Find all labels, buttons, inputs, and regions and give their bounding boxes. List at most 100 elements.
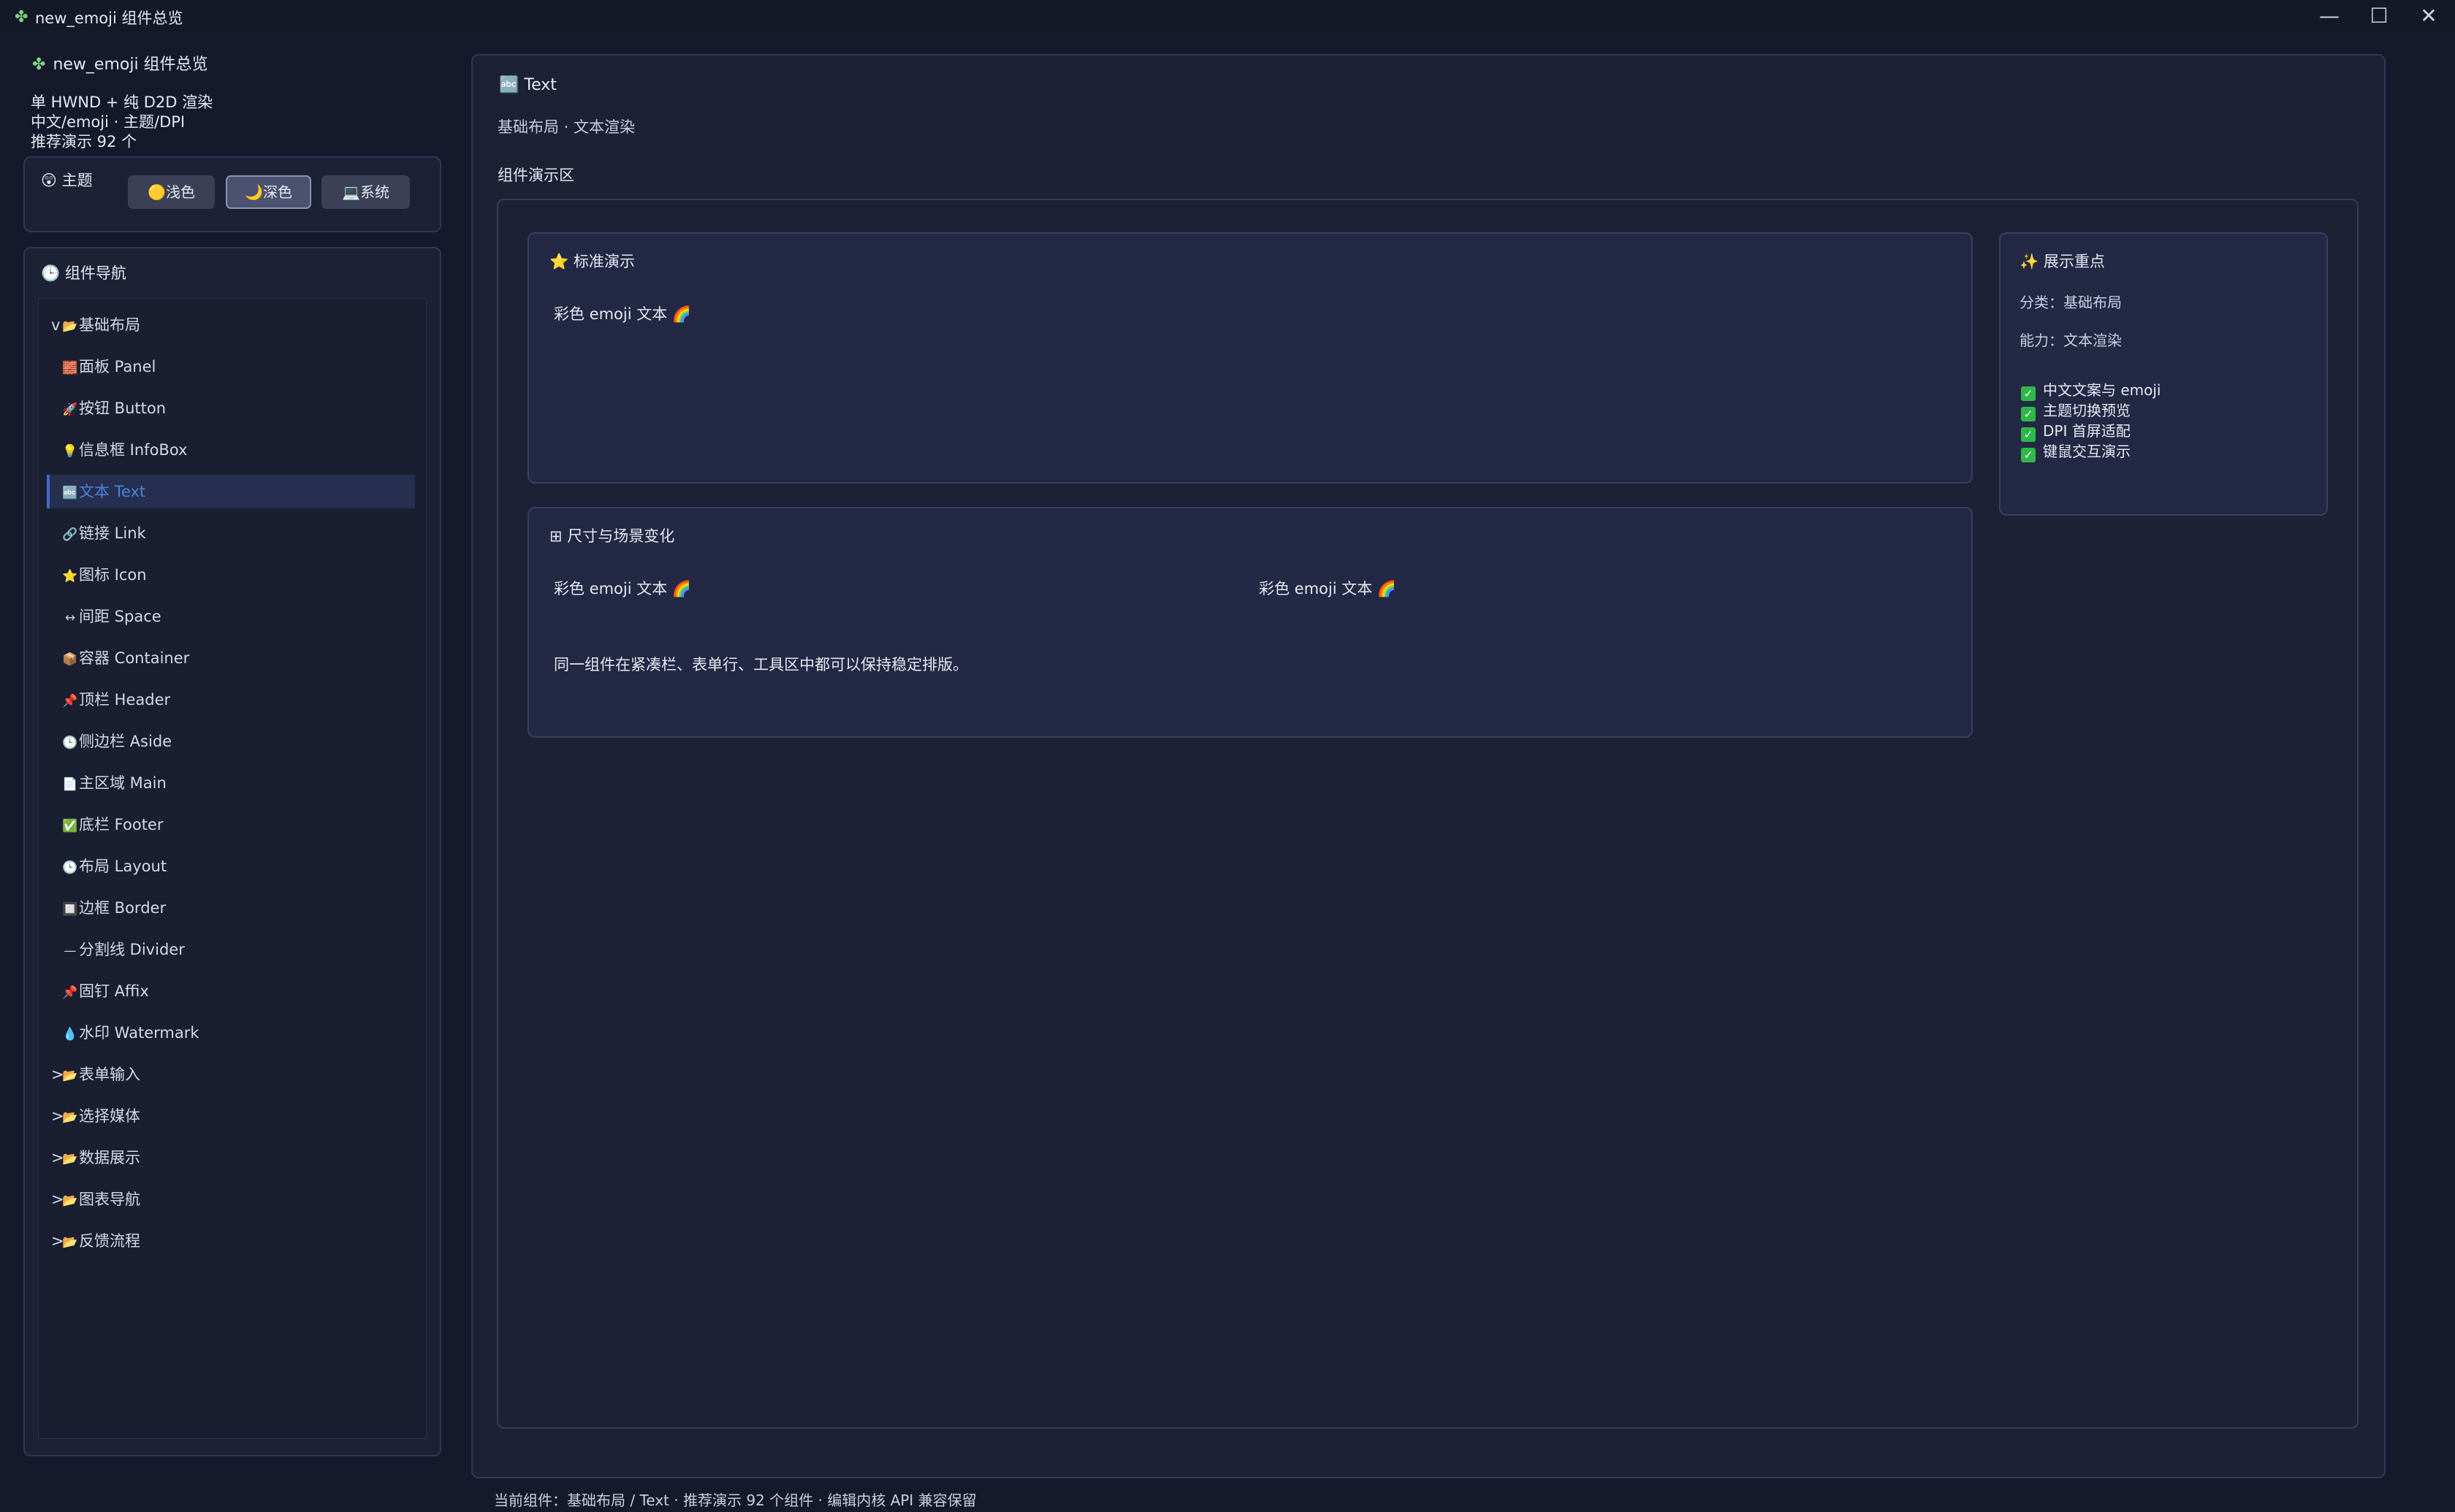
minimize-button[interactable]: — (2304, 0, 2354, 33)
theme-system-button[interactable]: 💻系统 (321, 175, 410, 209)
nav-item-label: 固钉 Affix (79, 982, 149, 1000)
nav-group-chart-nav[interactable]: >📂图表导航 (51, 1183, 416, 1216)
nav-item-label: 面板 Panel (79, 358, 156, 375)
highlights-card (1999, 232, 2328, 516)
folder-icon: 📂 (62, 319, 78, 334)
folder-icon: 📂 (62, 1110, 78, 1125)
highlights-capability: 能力：文本渲染 (2020, 332, 2122, 349)
nav-item-label: 容器 Container (79, 649, 190, 667)
theme-title-label: 主题 (61, 172, 93, 189)
clock-icon: 🕒 (62, 736, 78, 750)
page-title-label: Text (524, 76, 557, 94)
nav-item-container[interactable]: 📦容器 Container (61, 641, 415, 675)
folder-icon: 📂 (62, 1194, 78, 1208)
nav-title: 🕒 组件导航 (41, 261, 126, 283)
window-title: new_emoji 组件总览 (35, 9, 183, 27)
status-bar: 当前组件：基础布局 / Text · 推荐演示 92 个组件 · 编辑内核 AP… (494, 1492, 977, 1509)
check-item: ✓ 键鼠交互演示 (2021, 440, 2131, 462)
collapse-caret-icon: > (51, 1191, 64, 1208)
theme-light-label: 浅色 (165, 183, 195, 201)
clock-icon: 🕒 (62, 860, 78, 875)
size-demo-text-wide: 彩色 emoji 文本 🌈 (1259, 580, 1397, 597)
standard-demo-title: ⭐ 标准演示 (549, 250, 635, 272)
sparkles-icon: ✨ (2020, 253, 2039, 270)
nav-item-header[interactable]: 📌顶栏 Header (61, 683, 415, 717)
theme-dark-label: 深色 (262, 183, 292, 201)
demo-area-label: 组件演示区 (498, 167, 574, 184)
lightbulb-icon: 💡 (62, 444, 78, 459)
folder-icon: 📂 (62, 1069, 78, 1083)
standard-demo-text: 彩色 emoji 文本 🌈 (554, 305, 692, 323)
nav-item-text[interactable]: 🔤文本 Text (50, 475, 415, 508)
nav-item-aside[interactable]: 🕒侧边栏 Aside (61, 725, 415, 758)
yellow-circle-icon: 🟡 (148, 183, 166, 201)
maximize-button[interactable]: ☐ (2354, 0, 2404, 33)
nav-group-data-display[interactable]: >📂数据展示 (51, 1141, 416, 1175)
nav-item-label: 文本 Text (79, 483, 146, 500)
nav-item-space[interactable]: ↔ 间距 Space (61, 600, 415, 633)
nav-item-link[interactable]: 🔗链接 Link (61, 516, 415, 550)
nav-item-footer[interactable]: ✅底栏 Footer (61, 808, 415, 841)
standard-demo-card (528, 232, 1973, 484)
highlights-label: 展示重点 (2043, 253, 2105, 270)
nav-item-affix[interactable]: 📌固钉 Affix (61, 974, 415, 1008)
nav-item-layout[interactable]: 🕒布局 Layout (61, 849, 415, 883)
nav-group-feedback-flow[interactable]: >📂反馈流程 (51, 1224, 416, 1258)
collapse-caret-icon: > (51, 1107, 64, 1125)
pushpin-icon: 📌 (62, 694, 78, 709)
check-item: ✓ 中文文案与 emoji (2021, 378, 2161, 401)
nav-item-button[interactable]: 🚀按钮 Button (61, 392, 415, 425)
folder-icon: 📂 (62, 1152, 78, 1167)
theme-light-button[interactable]: 🟡浅色 (128, 175, 215, 209)
package-icon: 📦 (62, 652, 78, 667)
check-item-label: 键鼠交互演示 (2043, 443, 2131, 460)
size-variation-description: 同一组件在紧凑栏、表单行、工具区中都可以保持稳定排版。 (554, 656, 968, 673)
app-name-label: new_emoji 组件总览 (53, 56, 208, 74)
nav-title-label: 组件导航 (64, 264, 126, 282)
page-title: 🔤 Text (499, 76, 557, 94)
nav-item-label: 底栏 Footer (79, 816, 164, 833)
highlights-category: 分类：基础布局 (2020, 294, 2122, 311)
rocket-icon: 🚀 (62, 402, 78, 417)
nav-item-watermark[interactable]: 💧水印 Watermark (61, 1016, 415, 1050)
nav-group-label: 数据展示 (79, 1149, 140, 1167)
info-line-count: 推荐演示 92 个 (31, 133, 137, 150)
moon-icon: 🌙 (245, 183, 263, 201)
square-button-icon: 🔲 (62, 902, 78, 917)
collapse-caret-icon: > (51, 1066, 64, 1083)
star-icon: ⭐ (549, 253, 569, 270)
app-puzzle-icon: ✤ (15, 8, 28, 26)
nav-item-label: 主区域 Main (79, 774, 167, 792)
nav-item-icon[interactable]: ⭐图标 Icon (61, 558, 415, 592)
nav-item-infobox[interactable]: 💡信息框 InfoBox (61, 433, 415, 467)
theme-dark-button[interactable]: 🌙深色 (226, 175, 311, 209)
nav-item-label: 图标 Icon (79, 566, 147, 584)
nav-group-label: 选择媒体 (79, 1107, 140, 1125)
collapse-caret-icon: > (51, 1232, 64, 1250)
close-button[interactable]: ✕ (2404, 0, 2454, 33)
window-titlebar[interactable] (0, 0, 2455, 33)
nav-group-basic-layout[interactable]: v 📂基础布局 (51, 308, 416, 342)
nav-group-label: 基础布局 (79, 316, 140, 334)
nav-item-main[interactable]: 📄主区域 Main (61, 766, 415, 800)
nav-group-select-media[interactable]: >📂选择媒体 (51, 1099, 416, 1133)
expand-caret-icon: v (51, 316, 61, 334)
nav-item-label: 信息框 InfoBox (79, 441, 188, 459)
page-subtitle: 基础布局 · 文本渲染 (498, 118, 636, 136)
info-line-features: 中文/emoji · 主题/DPI (31, 113, 186, 131)
size-variation-title: ⊞ 尺寸与场景变化 (549, 524, 674, 546)
brick-icon: 🧱 (62, 361, 78, 375)
nav-item-label: 间距 Space (79, 608, 161, 625)
nav-item-panel[interactable]: 🧱面板 Panel (61, 350, 415, 383)
text-abc-icon: 🔤 (62, 486, 78, 500)
nav-item-divider[interactable]: — 分割线 Divider (61, 933, 415, 966)
nav-item-label: 分割线 Divider (79, 941, 185, 958)
check-item-label: 主题切换预览 (2043, 402, 2131, 419)
clock-icon: 🕒 (41, 264, 61, 282)
text-abc-icon: 🔤 (499, 76, 519, 94)
nav-item-border[interactable]: 🔲边框 Border (61, 891, 415, 925)
sidebar-app-name: ✤ new_emoji 组件总览 (32, 51, 208, 75)
size-variation-label: 尺寸与场景变化 (567, 527, 675, 545)
star-icon: ⭐ (62, 569, 78, 584)
nav-group-form-input[interactable]: >📂表单输入 (51, 1058, 416, 1091)
